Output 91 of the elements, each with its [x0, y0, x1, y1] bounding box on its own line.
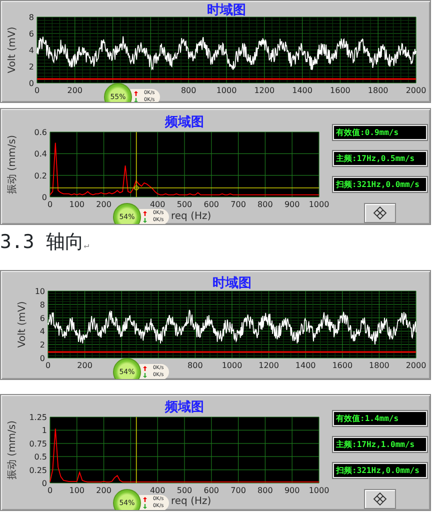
axis-tick-label: 1800: [369, 361, 390, 370]
axis-title: 振动 (mm/s): [7, 134, 18, 194]
axis-tick-label: 1000: [216, 86, 237, 95]
readout-display: 扫频:321Hz,0.0mm/s: [333, 463, 427, 478]
chart-title: 频域图: [165, 115, 204, 130]
axis-tick-label: 800: [188, 361, 203, 370]
axis-tick-label: 1200: [258, 361, 279, 370]
axis-tick-label: 0: [47, 486, 53, 495]
arrow-up-icon: [143, 366, 147, 371]
axis-tick-label: 200: [77, 361, 92, 370]
axis-tick-label: 0: [42, 193, 47, 202]
axis-tick-label: 600: [204, 486, 220, 495]
axis-tick-label: 6: [28, 30, 34, 38]
axis-tick-label: 4: [28, 46, 34, 55]
axis-tick-label: 8: [40, 300, 45, 310]
axis-tick-label: 500: [176, 200, 192, 209]
axis-tick-label: 1600: [330, 86, 350, 95]
axis-tick-label: 600: [204, 200, 220, 209]
chart-title: 频域图: [165, 400, 204, 415]
axis-tick-label: 0: [28, 79, 34, 88]
axis-title: req (Hz): [171, 496, 212, 507]
arrow-up-icon: [143, 211, 147, 216]
diamond-arrows-icon: [373, 206, 387, 220]
axis-tick-label: 10: [34, 287, 45, 296]
axis-tick-label: 800: [180, 86, 196, 95]
axis-tick-label: 0: [34, 86, 40, 95]
axis-tick-label: 1600: [332, 361, 353, 370]
axis-tick-label: 0: [47, 200, 53, 209]
readout-display: 扫频:321Hz,0.0mm/s: [333, 177, 427, 192]
axis-tick-label: 1800: [368, 86, 388, 95]
axis-tick-label: 0: [45, 361, 51, 370]
axis-tick-label: 1200: [254, 86, 275, 95]
chart-title: 时域图: [207, 3, 246, 18]
cursor-line: [136, 416, 137, 484]
chart-title: 时域图: [212, 276, 252, 291]
axis-tick-label: 0.5: [34, 452, 47, 462]
section-heading: 3.3 轴向: [0, 231, 84, 253]
axis-title: Volt (mV): [7, 26, 18, 74]
axis-tick-label: 400: [150, 200, 166, 209]
axis-tick-label: 2: [28, 62, 34, 72]
axis-tick-label: 6: [40, 314, 45, 323]
axis-tick-label: 1000: [308, 486, 330, 495]
diamond-arrows-icon: [373, 492, 387, 506]
axis-tick-label: 2000: [406, 86, 426, 95]
arrow-down-icon: [143, 504, 147, 509]
axis-tick-label: 1: [42, 426, 47, 436]
axis-tick-label: 1400: [295, 361, 316, 370]
arrow-up-icon: [134, 91, 138, 96]
arrow-down-icon: [134, 98, 138, 102]
navigation-button[interactable]: [364, 203, 396, 223]
axis-tick-label: 200: [96, 200, 112, 209]
axis-tick-label: 1400: [292, 86, 312, 95]
axis-tick-label: 2: [40, 340, 45, 350]
axis-tick-label: 0.4: [34, 150, 47, 159]
readout-display: 有效值:0.9mm/s: [333, 125, 427, 140]
axis-tick-label: 200: [96, 486, 112, 495]
axis-title: 振动 (mm/s): [7, 420, 18, 480]
axis-tick-label: 0.2: [34, 171, 47, 180]
axis-tick-label: 2000: [406, 361, 426, 370]
paragraph-mark: ↵: [84, 241, 90, 251]
axis-tick-label: 900: [284, 200, 300, 209]
axis-tick-label: 200: [67, 86, 83, 95]
axis-tick-label: 4: [40, 327, 45, 336]
axis-tick-label: 0.6: [34, 128, 47, 137]
cursor-marker: [134, 186, 139, 190]
axis-tick-label: 700: [230, 200, 246, 209]
axis-tick-label: 0.25: [29, 466, 47, 475]
readout-display: 主频:17Hz,1.0mm/s: [333, 437, 427, 452]
readout-display: 有效值:1.4mm/s: [333, 411, 427, 426]
axis-tick-label: 0: [40, 354, 45, 363]
axis-tick-label: 1.25: [29, 413, 47, 422]
axis-tick-label: 500: [176, 486, 192, 495]
axis-tick-label: 1000: [222, 361, 242, 370]
axis-tick-label: 700: [230, 486, 246, 495]
axis-tick-label: 1000: [308, 200, 330, 209]
axis-title: req (Hz): [171, 211, 212, 222]
axis-tick-label: 100: [69, 486, 85, 495]
arrow-down-icon: [143, 218, 147, 223]
axis-tick-label: 0.75: [29, 439, 47, 448]
axis-title: Volt (mV): [17, 301, 28, 348]
axis-tick-label: 800: [258, 486, 273, 495]
arrow-up-icon: [143, 497, 147, 502]
axis-tick-label: 800: [258, 200, 273, 209]
arrow-down-icon: [143, 373, 147, 378]
axis-tick-label: 400: [150, 486, 166, 495]
navigation-button[interactable]: [364, 489, 396, 509]
readout-display: 主频:17Hz,0.5mm/s: [333, 151, 427, 166]
axis-tick-label: 0: [42, 479, 47, 488]
axis-tick-label: 100: [69, 200, 85, 209]
axis-tick-label: 8: [28, 13, 34, 22]
axis-tick-label: 900: [284, 486, 300, 495]
